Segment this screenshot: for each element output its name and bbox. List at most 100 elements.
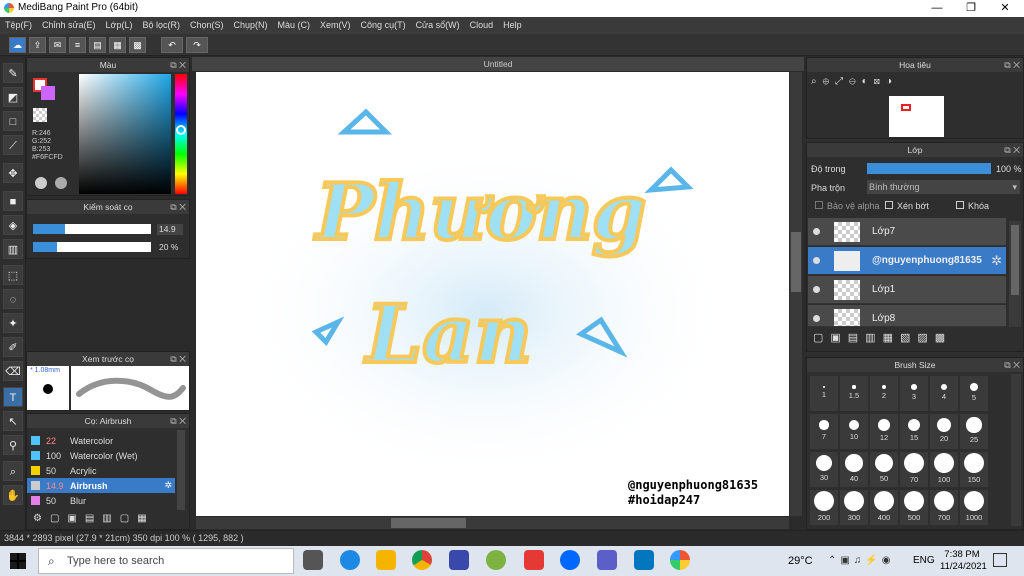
drawing-canvas[interactable]: Phương Lan @nguyenphuong81635 #hoidap247: [196, 72, 789, 516]
brush-size-option[interactable]: 1: [810, 376, 838, 411]
menu-tools[interactable]: Công cụ(T): [356, 17, 411, 34]
protect-alpha-checkbox[interactable]: [815, 201, 823, 209]
navigator-viewport[interactable]: [901, 104, 911, 111]
blend-mode-select[interactable]: Bình thường ▾: [867, 180, 1020, 194]
menu-window[interactable]: Cửa sổ(W): [411, 17, 465, 34]
brush-list-toolbar[interactable]: ⚙▢▣▤▥▢▦: [33, 513, 155, 524]
brush-size-option[interactable]: 10: [840, 414, 868, 449]
layer-visibility-icon[interactable]: [813, 286, 820, 293]
layer-toolbar[interactable]: ▢▣▤▥▦▧▨▩: [813, 331, 952, 344]
brush-item[interactable]: 100 Watercolor (Wet): [27, 448, 189, 463]
material-icon[interactable]: ▦: [109, 37, 126, 53]
comment-list-icon[interactable]: ≡: [69, 37, 86, 53]
brush-size-option[interactable]: 25: [960, 414, 988, 449]
layer-row[interactable]: Lớp8: [808, 305, 1006, 327]
brush-size-option[interactable]: 1.5: [840, 376, 868, 411]
background-color-swatch[interactable]: [41, 86, 55, 100]
file-explorer-icon[interactable]: [376, 550, 396, 570]
brush-size-option[interactable]: 15: [900, 414, 928, 449]
menu-color[interactable]: Màu (C): [273, 17, 316, 34]
text-tool-icon[interactable]: T: [3, 387, 23, 407]
brush-size-option[interactable]: 70: [900, 452, 928, 487]
menu-edit[interactable]: Chỉnh sửa(E): [37, 17, 101, 34]
canvas-horizontal-scrollbar[interactable]: [196, 517, 789, 529]
brush-size-option[interactable]: 700: [930, 490, 958, 525]
panel-close-icon[interactable]: ⧉ ✕: [1004, 58, 1020, 72]
brush-size-option[interactable]: 4: [930, 376, 958, 411]
undo-icon[interactable]: ↶: [161, 37, 183, 53]
minimize-button[interactable]: —: [920, 0, 954, 17]
upload-icon[interactable]: ⇪: [29, 37, 46, 53]
shape-tool-icon[interactable]: □: [3, 111, 23, 131]
panel-close-icon[interactable]: ⧉ ✕: [1004, 143, 1020, 157]
comment-icon[interactable]: ✉: [49, 37, 66, 53]
brush-tool-icon[interactable]: ✎: [3, 63, 23, 83]
menu-file[interactable]: Tệp(F): [0, 17, 37, 34]
clip-checkbox[interactable]: [885, 201, 893, 209]
brush-item[interactable]: 22 Watercolor: [27, 433, 189, 448]
panel-close-icon[interactable]: ⧉ ✕: [170, 58, 186, 72]
magic-wand-icon[interactable]: ✦: [3, 313, 23, 333]
brush-list-scrollbar[interactable]: [177, 430, 185, 510]
zoom-tool-icon[interactable]: ⌕: [3, 461, 23, 481]
language-indicator[interactable]: ENG: [913, 555, 935, 566]
brush-size-slider[interactable]: [33, 224, 151, 234]
panel-close-icon[interactable]: ⧉ ✕: [1004, 358, 1020, 372]
brush-size-value[interactable]: 14.9: [157, 224, 183, 235]
task-view-icon[interactable]: [303, 550, 323, 570]
brush-opacity-slider[interactable]: [33, 242, 151, 252]
line-tool-icon[interactable]: ⟋: [3, 135, 23, 155]
brush-size-option[interactable]: 3: [900, 376, 928, 411]
menu-select[interactable]: Chọn(S): [185, 17, 229, 34]
hand-tool-icon[interactable]: ✋: [3, 485, 23, 505]
lock-checkbox[interactable]: [956, 201, 964, 209]
color-settings-icon[interactable]: [55, 177, 67, 189]
move-tool-icon[interactable]: ✥: [3, 163, 23, 183]
redo-icon[interactable]: ↷: [186, 37, 208, 53]
taskbar-clock[interactable]: 7:38 PM 11/24/2021: [940, 549, 987, 573]
system-tray-icons[interactable]: ⌃▣♫⚡◉: [828, 555, 895, 566]
brush-size-option[interactable]: 100: [930, 452, 958, 487]
brush-size-option[interactable]: 30: [810, 452, 838, 487]
brush-size-scrollbar[interactable]: [1011, 374, 1021, 526]
layer-visibility-icon[interactable]: [813, 257, 820, 264]
menu-view[interactable]: Xem(V): [315, 17, 356, 34]
brush-size-option[interactable]: 500: [900, 490, 928, 525]
hue-handle[interactable]: [176, 125, 186, 135]
layer-settings-icon[interactable]: ✲: [991, 253, 1002, 269]
brush-settings-icon[interactable]: ✲: [164, 480, 172, 491]
navigator-thumbnail[interactable]: [889, 96, 944, 137]
transparent-swatch[interactable]: [33, 108, 47, 122]
palette-icon[interactable]: [35, 177, 47, 189]
layer-visibility-icon[interactable]: [813, 228, 820, 235]
chrome-icon[interactable]: [412, 550, 432, 570]
select-pen-icon[interactable]: ✐: [3, 337, 23, 357]
gradient-tool-icon[interactable]: ▥: [3, 239, 23, 259]
eraser-tool-icon[interactable]: ◩: [3, 87, 23, 107]
eyedropper-icon[interactable]: ⚲: [3, 435, 23, 455]
brush-size-option[interactable]: 150: [960, 452, 988, 487]
taskbar-search[interactable]: Type here to search: [38, 548, 294, 574]
close-button[interactable]: ✕: [988, 0, 1022, 17]
windows-start-icon[interactable]: [10, 553, 26, 569]
menu-cloud[interactable]: Cloud: [465, 17, 499, 34]
layer-row-selected[interactable]: @nguyenphuong81635 ✲: [808, 247, 1006, 275]
menu-help[interactable]: Help: [498, 17, 527, 34]
medibang-taskbar-icon[interactable]: [670, 550, 690, 570]
layer-visibility-icon[interactable]: [813, 315, 820, 322]
saturation-value-picker[interactable]: [79, 74, 171, 194]
app-icon[interactable]: [449, 550, 469, 570]
cloud-icon[interactable]: ☁: [9, 37, 26, 53]
notification-icon[interactable]: [993, 553, 1007, 567]
fill-rect-tool-icon[interactable]: ■: [3, 191, 23, 211]
brush-size-option[interactable]: 5: [960, 376, 988, 411]
brush-item[interactable]: 50 Blur: [27, 493, 189, 508]
document-icon[interactable]: ▤: [89, 37, 106, 53]
maximize-button[interactable]: ❐: [954, 0, 988, 17]
teams-icon[interactable]: [597, 550, 617, 570]
brush-size-option[interactable]: 1000: [960, 490, 988, 525]
bucket-tool-icon[interactable]: ◈: [3, 215, 23, 235]
lasso-icon[interactable]: ◌: [3, 289, 23, 309]
brush-size-option[interactable]: 2: [870, 376, 898, 411]
brush-size-option[interactable]: 300: [840, 490, 868, 525]
